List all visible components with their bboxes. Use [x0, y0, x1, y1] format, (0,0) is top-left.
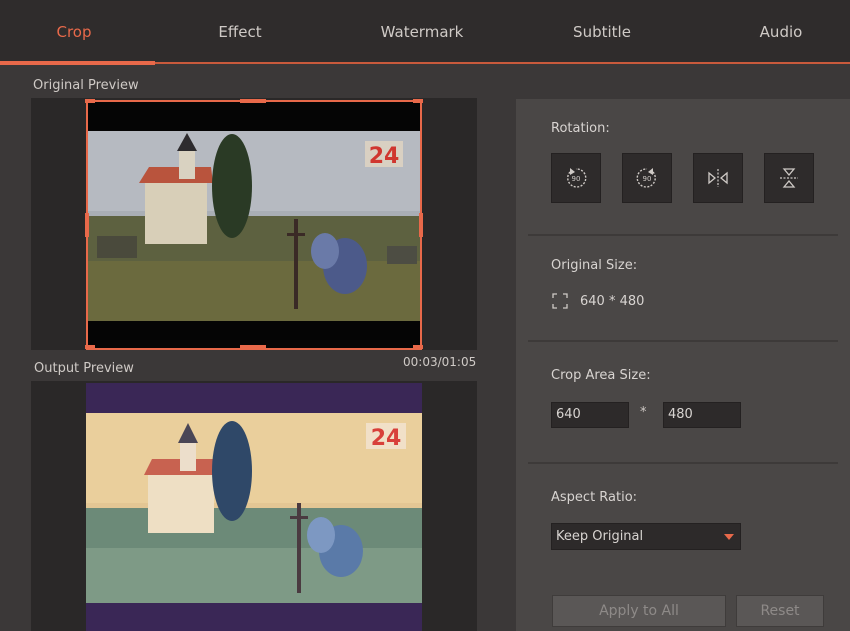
crop-handle-bottom[interactable] — [240, 345, 266, 349]
original-preview-label: Original Preview — [33, 78, 139, 93]
crop-area-label: Crop Area Size: — [551, 368, 651, 383]
tab-effect[interactable]: Effect — [170, 0, 310, 64]
rotate-left-icon: 90 — [567, 168, 587, 188]
tab-watermark[interactable]: Watermark — [350, 0, 494, 64]
tab-audio[interactable]: Audio — [716, 0, 846, 64]
crop-handle-bl[interactable] — [85, 345, 95, 349]
svg-text:24: 24 — [371, 426, 402, 451]
crop-handle-right[interactable] — [419, 213, 423, 237]
tab-active-indicator — [0, 61, 155, 65]
aspect-ratio-label: Aspect Ratio: — [551, 490, 638, 505]
crop-height-input[interactable]: 480 — [663, 402, 741, 428]
divider-2 — [528, 340, 838, 342]
tab-subtitle[interactable]: Subtitle — [534, 0, 670, 64]
divider-1 — [528, 234, 838, 236]
output-preview-panel: 24 — [31, 381, 477, 631]
flip-vertical-button[interactable] — [764, 153, 814, 203]
flip-horizontal-button[interactable] — [693, 153, 743, 203]
crop-handle-left[interactable] — [85, 213, 89, 237]
output-video-frame: 24 — [86, 413, 422, 603]
aspect-ratio-select[interactable]: Keep Original — [551, 523, 741, 550]
svg-text:90: 90 — [572, 175, 581, 183]
timecode: 00:03/01:05 — [403, 355, 477, 369]
reset-button[interactable]: Reset — [736, 595, 824, 627]
rotation-label: Rotation: — [551, 121, 610, 136]
crop-handle-br[interactable] — [413, 345, 423, 349]
dropdown-arrow-icon — [724, 534, 734, 540]
crop-handle-tr[interactable] — [413, 99, 423, 103]
crop-handle-tl[interactable] — [85, 99, 95, 103]
original-preview-panel: 24 — [31, 98, 477, 350]
original-size-label: Original Size: — [551, 258, 638, 273]
apply-to-all-button[interactable]: Apply to All — [552, 595, 726, 627]
svg-text:90: 90 — [643, 175, 652, 183]
tab-crop[interactable]: Crop — [0, 0, 148, 64]
aspect-ratio-value: Keep Original — [556, 529, 644, 544]
crop-width-input[interactable]: 640 — [551, 402, 629, 428]
tab-bar: Crop Effect Watermark Subtitle Audio — [0, 0, 850, 65]
divider-3 — [528, 462, 838, 464]
rotate-right-icon: 90 — [636, 168, 656, 188]
output-video: 24 — [86, 383, 422, 631]
original-size-value: 640 * 480 — [580, 294, 645, 309]
crop-frame[interactable] — [86, 100, 422, 350]
flip-horizontal-icon — [708, 169, 728, 187]
crop-handle-top[interactable] — [240, 99, 266, 103]
times-symbol: * — [640, 405, 647, 420]
output-preview-label: Output Preview — [34, 361, 134, 376]
rotate-right-button[interactable]: 90 — [622, 153, 672, 203]
rotate-left-button[interactable]: 90 — [551, 153, 601, 203]
flip-vertical-icon — [780, 168, 798, 188]
expand-icon — [552, 293, 568, 309]
